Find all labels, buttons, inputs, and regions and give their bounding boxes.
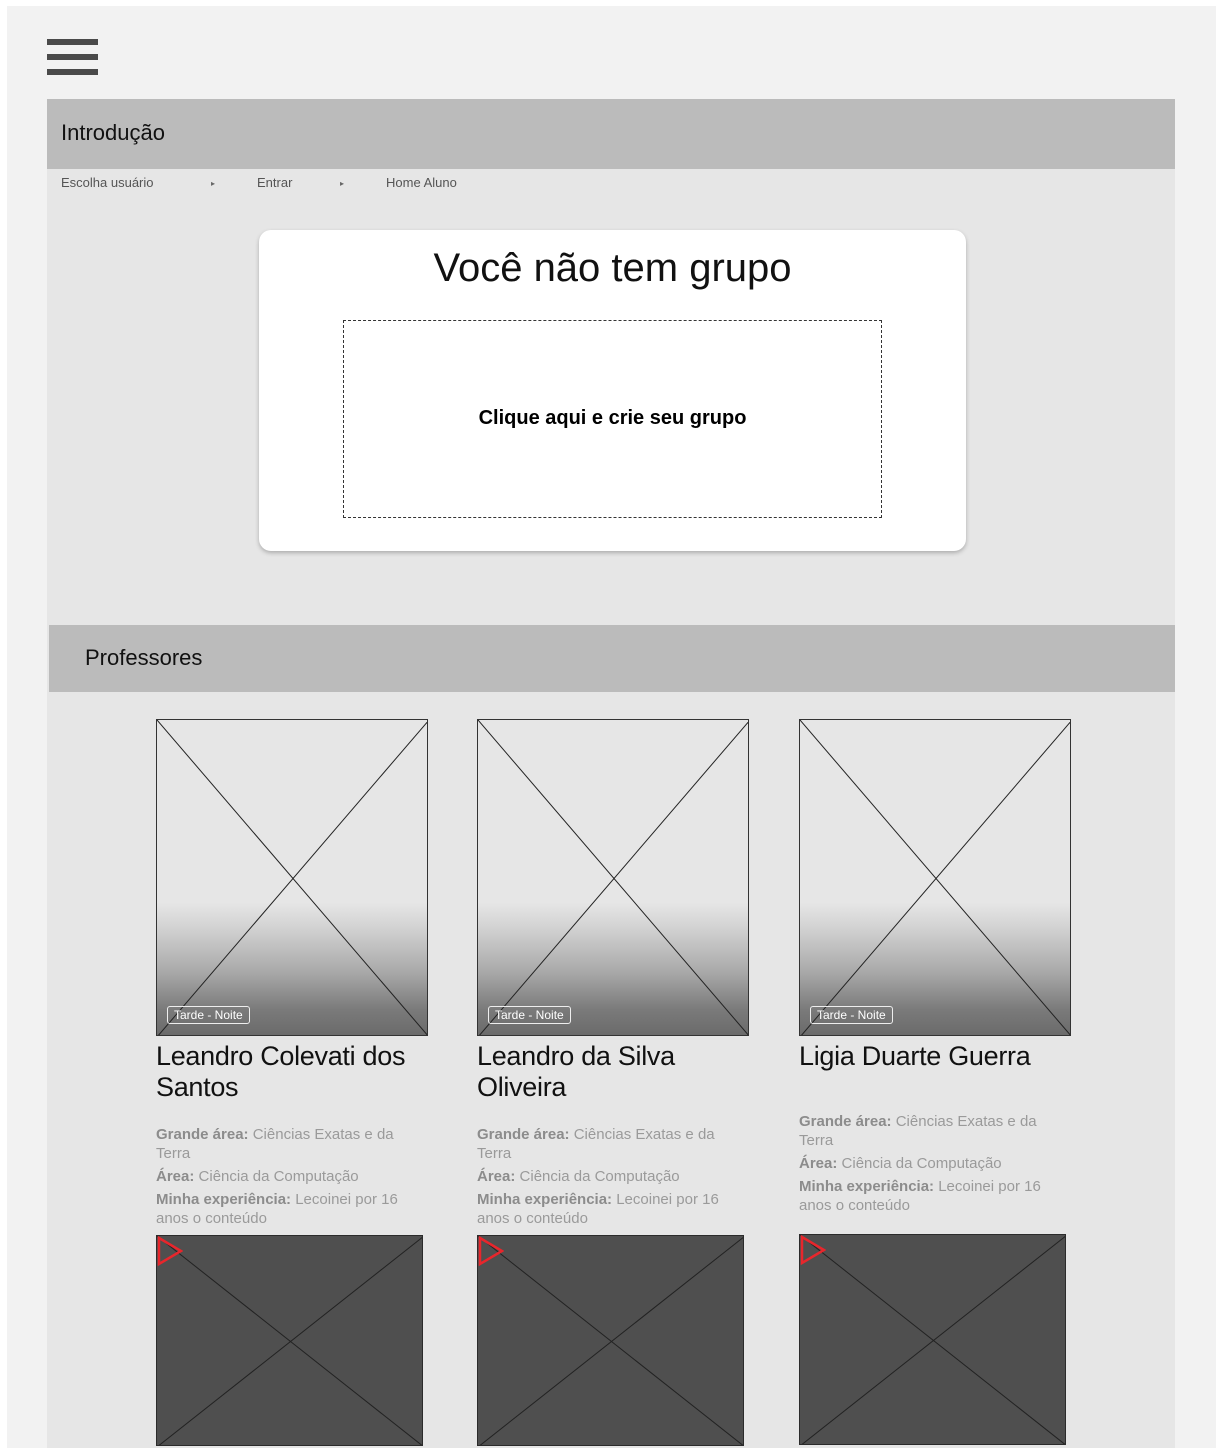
area-line: Área: Ciência da Computação — [156, 1167, 416, 1186]
teacher-video-placeholder[interactable] — [477, 1235, 744, 1446]
area-line: Área: Ciência da Computação — [477, 1167, 737, 1186]
play-icon[interactable] — [478, 1236, 504, 1266]
teacher-photo-placeholder[interactable]: Tarde - Noite — [156, 719, 428, 1036]
image-placeholder-icon — [478, 1236, 743, 1445]
teacher-info: Grande área: Ciências Exatas e da Terra … — [477, 1125, 737, 1232]
period-tag: Tarde - Noite — [810, 1006, 893, 1024]
big-area-label: Grande área: — [799, 1113, 892, 1130]
image-placeholder-icon — [478, 720, 748, 1035]
intro-title: Introdução — [61, 120, 165, 145]
teacher-info: Grande área: Ciências Exatas e da Terra … — [156, 1125, 416, 1232]
area-label: Área: — [477, 1168, 516, 1185]
no-group-card: Você não tem grupo Clique aqui e crie se… — [259, 230, 966, 551]
create-group-label: Clique aqui e crie seu grupo — [478, 406, 747, 429]
teacher-video-placeholder[interactable] — [156, 1235, 423, 1446]
breadcrumb-item-entrar[interactable]: Entrar — [257, 175, 292, 190]
breadcrumb-separator-icon: ▸ — [211, 179, 216, 188]
period-tag: Tarde - Noite — [167, 1006, 250, 1024]
breadcrumb-separator-icon: ▸ — [340, 179, 345, 188]
intro-header: Introdução — [47, 99, 1175, 169]
teacher-photo-placeholder[interactable]: Tarde - Noite — [477, 719, 749, 1036]
area-line: Área: Ciência da Computação — [799, 1154, 1059, 1173]
main-panel: Introdução Escolha usuário ▸ Entrar ▸ Ho… — [47, 99, 1175, 1448]
hamburger-menu-icon[interactable] — [47, 39, 98, 75]
area-value: Ciência da Computação — [841, 1155, 1002, 1172]
area-label: Área: — [156, 1168, 195, 1185]
area-value: Ciência da Computação — [198, 1168, 359, 1185]
area-label: Área: — [799, 1155, 838, 1172]
area-value: Ciência da Computação — [519, 1168, 680, 1185]
breadcrumb-item-escolha-usuario[interactable]: Escolha usuário — [61, 175, 154, 190]
teacher-name[interactable]: Ligia Duarte Guerra — [799, 1041, 1059, 1072]
play-icon[interactable] — [157, 1236, 183, 1266]
teacher-video-placeholder[interactable] — [799, 1234, 1066, 1445]
professors-title: Professores — [85, 645, 203, 670]
professors-header: Professores — [49, 625, 1175, 692]
experience-line: Minha experiência: Lecoinei por 16 anos … — [477, 1190, 737, 1228]
big-area-line: Grande área: Ciências Exatas e da Terra — [477, 1125, 737, 1163]
image-placeholder-icon — [800, 720, 1070, 1035]
no-group-title: Você não tem grupo — [433, 246, 792, 290]
image-placeholder-icon — [157, 1236, 422, 1445]
experience-label: Minha experiência: — [477, 1191, 613, 1208]
teacher-info: Grande área: Ciências Exatas e da Terra … — [799, 1112, 1059, 1219]
create-group-button[interactable]: Clique aqui e crie seu grupo — [343, 320, 882, 518]
teacher-photo-placeholder[interactable]: Tarde - Noite — [799, 719, 1071, 1036]
experience-label: Minha experiência: — [799, 1178, 935, 1195]
big-area-line: Grande área: Ciências Exatas e da Terra — [156, 1125, 416, 1163]
experience-line: Minha experiência: Lecoinei por 16 anos … — [799, 1177, 1059, 1215]
experience-line: Minha experiência: Lecoinei por 16 anos … — [156, 1190, 416, 1228]
big-area-label: Grande área: — [477, 1126, 570, 1143]
big-area-line: Grande área: Ciências Exatas e da Terra — [799, 1112, 1059, 1150]
image-placeholder-icon — [157, 720, 427, 1035]
breadcrumb-item-home-aluno[interactable]: Home Aluno — [386, 175, 457, 190]
big-area-label: Grande área: — [156, 1126, 249, 1143]
image-placeholder-icon — [800, 1235, 1065, 1444]
experience-label: Minha experiência: — [156, 1191, 292, 1208]
teacher-name[interactable]: Leandro Colevati dos Santos — [156, 1041, 416, 1103]
teacher-name[interactable]: Leandro da Silva Oliveira — [477, 1041, 737, 1103]
period-tag: Tarde - Noite — [488, 1006, 571, 1024]
play-icon[interactable] — [800, 1235, 826, 1265]
